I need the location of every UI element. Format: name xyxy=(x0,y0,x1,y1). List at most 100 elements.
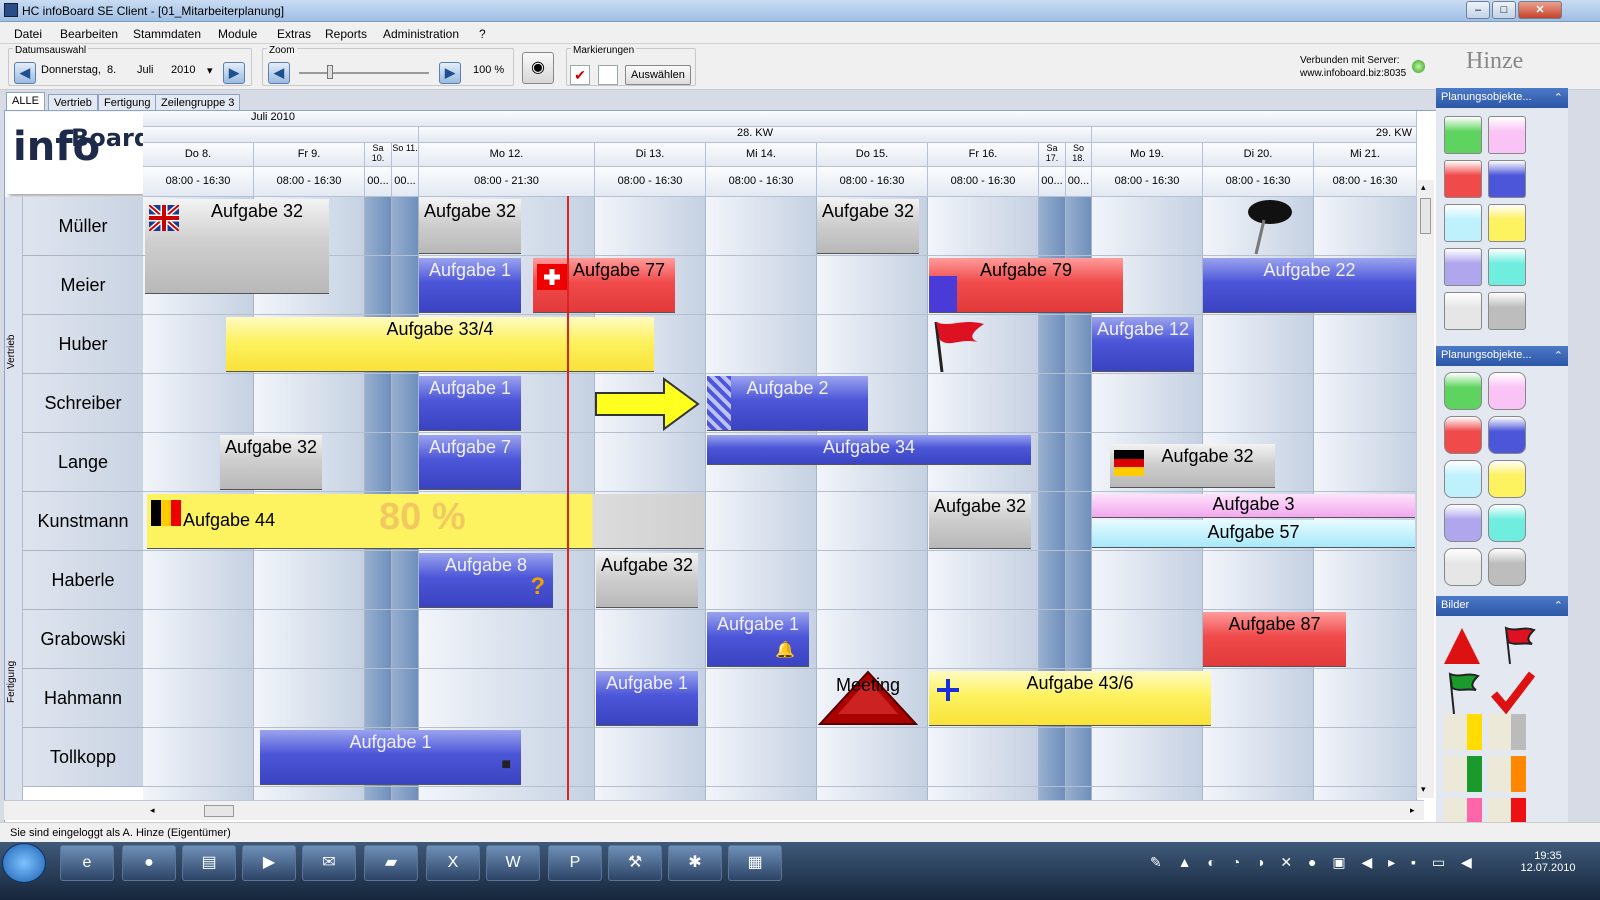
minimize-button[interactable]: – xyxy=(1466,1,1490,19)
red-swatch[interactable] xyxy=(1444,160,1482,198)
zoom-slider-thumb[interactable] xyxy=(327,65,333,79)
check-mark-button[interactable]: ✔ xyxy=(570,65,590,85)
menu-bearbeiten[interactable]: Bearbeiten xyxy=(60,27,118,41)
prev-date-button[interactable]: ◀ xyxy=(14,62,36,84)
select-button[interactable]: Auswählen xyxy=(625,65,691,85)
zoom-slider[interactable] xyxy=(299,72,429,74)
day-column[interactable] xyxy=(1092,197,1203,807)
outlook-icon[interactable]: ✉ xyxy=(302,845,356,881)
binoculars-icon[interactable]: ◉ xyxy=(522,52,554,84)
yellow-bar-swatch[interactable] xyxy=(1444,714,1482,750)
green-swatch[interactable] xyxy=(1444,116,1482,154)
images-header[interactable]: Bilder ⌃ xyxy=(1436,596,1568,616)
employee-row-label[interactable]: Schreiber xyxy=(23,374,143,433)
light-gray-swatch[interactable] xyxy=(1444,548,1482,586)
day-column[interactable] xyxy=(1203,197,1314,807)
day-column[interactable] xyxy=(595,197,706,807)
scroll-up-icon[interactable]: ▴ xyxy=(1421,182,1426,193)
powerpoint-icon[interactable]: P xyxy=(548,845,602,881)
employee-row-label[interactable]: Huber xyxy=(23,315,143,374)
employee-row-label[interactable]: Lange xyxy=(23,433,143,492)
system-tray-icons[interactable]: ✎ ▲ ◐ ◔ ◑ ✕ ● ▣ ◀ ▸ ▪ ▭ ◀ xyxy=(1150,854,1478,871)
employee-row-label[interactable]: Meier xyxy=(23,256,143,315)
employee-row-label[interactable]: Tollkopp xyxy=(23,728,143,787)
maximize-button[interactable]: □ xyxy=(1492,1,1516,19)
folder-icon[interactable]: ▰ xyxy=(364,845,418,881)
day-column[interactable] xyxy=(419,197,595,807)
gray-bar-swatch[interactable] xyxy=(1488,714,1526,750)
start-button[interactable] xyxy=(2,843,46,883)
menu-datei[interactable]: Datei xyxy=(14,27,42,41)
excel-icon[interactable]: X xyxy=(426,845,480,881)
day-column[interactable] xyxy=(143,197,254,807)
empty-mark-button[interactable] xyxy=(598,65,618,85)
menu-extras[interactable]: Extras xyxy=(277,27,311,41)
cyan-swatch[interactable] xyxy=(1444,460,1482,498)
scroll-left-icon[interactable]: ◂ xyxy=(150,805,155,816)
word-icon[interactable]: W xyxy=(486,845,540,881)
pink-swatch[interactable] xyxy=(1488,116,1526,154)
pink-swatch[interactable] xyxy=(1488,372,1526,410)
collapse-icon[interactable]: ⌃ xyxy=(1554,91,1563,104)
green-bar-swatch[interactable] xyxy=(1444,756,1482,792)
blue-swatch[interactable] xyxy=(1488,160,1526,198)
orange-bar-swatch[interactable] xyxy=(1488,756,1526,792)
day-column[interactable] xyxy=(1066,197,1092,807)
vertical-scrollbar[interactable]: ▴ ▾ xyxy=(1416,180,1434,798)
teal-swatch[interactable] xyxy=(1488,504,1526,542)
clock[interactable]: 19:35 12.07.2010 xyxy=(1518,850,1578,874)
date-dropdown-icon[interactable]: ▾ xyxy=(207,64,213,77)
cyan-swatch[interactable] xyxy=(1444,204,1482,242)
next-date-button[interactable]: ▶ xyxy=(223,62,245,84)
weekday-field[interactable]: Donnerstag, xyxy=(41,64,101,76)
yellow-swatch[interactable] xyxy=(1488,204,1526,242)
menu-administration[interactable]: Administration xyxy=(383,27,459,41)
lavender-swatch[interactable] xyxy=(1444,248,1482,286)
day-column[interactable] xyxy=(706,197,817,807)
employee-row-label[interactable]: Kunstmann xyxy=(23,492,143,551)
day-column[interactable] xyxy=(1039,197,1066,807)
menu-reports[interactable]: Reports xyxy=(325,27,367,41)
day-column[interactable] xyxy=(928,197,1039,807)
firefox-icon[interactable]: ● xyxy=(122,845,176,881)
planning-objects-header-2[interactable]: Planungsobjekte... ⌃ xyxy=(1436,346,1568,366)
day-column[interactable] xyxy=(1314,197,1417,807)
employee-row-label[interactable]: Hahmann xyxy=(23,669,143,728)
day-column[interactable] xyxy=(392,197,419,807)
employee-row-label[interactable]: Grabowski xyxy=(23,610,143,669)
gray-swatch[interactable] xyxy=(1488,292,1526,330)
employee-row-label[interactable]: Haberle xyxy=(23,551,143,610)
teal-swatch[interactable] xyxy=(1488,248,1526,286)
day-column[interactable] xyxy=(365,197,392,807)
explorer-icon[interactable]: ▤ xyxy=(182,845,236,881)
infoboard-taskbar-icon[interactable]: ▦ xyxy=(728,845,782,881)
day-column[interactable] xyxy=(817,197,928,807)
tab-alle[interactable]: ALLE xyxy=(6,92,45,112)
gray-swatch[interactable] xyxy=(1488,548,1526,586)
media-player-icon[interactable]: ▶ xyxy=(242,845,296,881)
month-field[interactable]: Juli xyxy=(137,64,154,76)
green-swatch[interactable] xyxy=(1444,372,1482,410)
employee-row-label[interactable]: Müller xyxy=(23,197,143,256)
blue-swatch[interactable] xyxy=(1488,416,1526,454)
menu-stammdaten[interactable]: Stammdaten xyxy=(133,27,201,41)
year-field[interactable]: 2010 xyxy=(171,64,195,76)
horizontal-scroll-thumb[interactable] xyxy=(204,805,234,817)
collapse-icon[interactable]: ⌃ xyxy=(1554,349,1563,362)
scroll-down-icon[interactable]: ▾ xyxy=(1421,784,1426,795)
red-swatch[interactable] xyxy=(1444,416,1482,454)
menu-help[interactable]: ? xyxy=(479,27,486,41)
scroll-right-icon[interactable]: ▸ xyxy=(1410,805,1415,816)
close-button[interactable]: ✕ xyxy=(1518,1,1562,19)
collapse-icon[interactable]: ⌃ xyxy=(1554,599,1563,612)
lavender-swatch[interactable] xyxy=(1444,504,1482,542)
day-field[interactable]: 8. xyxy=(107,64,116,76)
vertical-scroll-thumb[interactable] xyxy=(1420,198,1431,234)
zoom-in-button[interactable]: ▶ xyxy=(439,62,461,84)
ie-icon[interactable]: e xyxy=(60,845,114,881)
tools-icon[interactable]: ⚒ xyxy=(608,845,662,881)
zoom-out-button[interactable]: ◀ xyxy=(268,62,290,84)
light-gray-swatch[interactable] xyxy=(1444,292,1482,330)
horizontal-scrollbar[interactable]: ◂ ▸ xyxy=(4,800,1424,820)
paint-icon[interactable]: ✱ xyxy=(668,845,722,881)
